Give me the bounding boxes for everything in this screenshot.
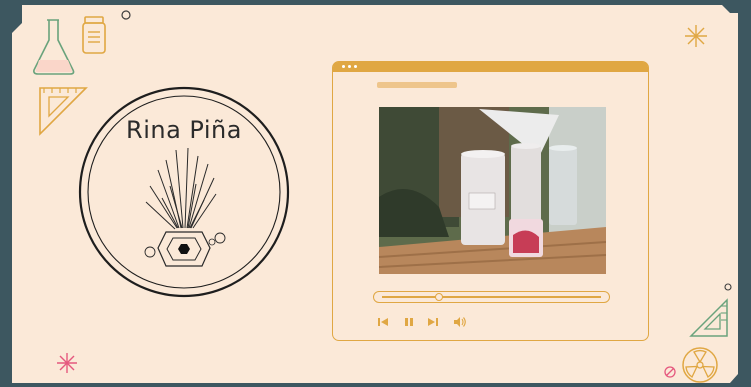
sparkle-icon bbox=[685, 25, 707, 47]
prohibited-icon bbox=[664, 366, 676, 378]
flask-icon bbox=[33, 19, 75, 75]
window-dot bbox=[342, 65, 345, 68]
skip-forward-icon[interactable] bbox=[427, 316, 439, 331]
window-dot bbox=[348, 65, 351, 68]
slide-card: Rina Piña ‹ bbox=[0, 0, 751, 387]
brand-logo: Rina Piña bbox=[78, 86, 290, 298]
product-photo bbox=[379, 107, 606, 274]
jar-icon bbox=[82, 16, 106, 54]
pause-icon[interactable] bbox=[403, 316, 415, 331]
radiation-icon bbox=[682, 347, 718, 383]
player-title-bar bbox=[333, 62, 648, 72]
candles-photo bbox=[379, 107, 606, 274]
seek-bar[interactable] bbox=[373, 291, 610, 303]
window-dot bbox=[354, 65, 357, 68]
triangle-ruler-icon bbox=[689, 298, 728, 337]
seek-handle[interactable] bbox=[434, 293, 443, 301]
ring-icon bbox=[121, 10, 131, 20]
video-player-window bbox=[332, 61, 649, 341]
skip-back-icon[interactable] bbox=[377, 316, 389, 331]
brand-name: Rina Piña bbox=[126, 116, 242, 144]
seek-track bbox=[382, 293, 601, 301]
sparkle-icon bbox=[57, 353, 77, 373]
video-title-placeholder bbox=[377, 82, 457, 88]
volume-icon[interactable] bbox=[453, 316, 467, 331]
ring-icon bbox=[724, 283, 732, 291]
